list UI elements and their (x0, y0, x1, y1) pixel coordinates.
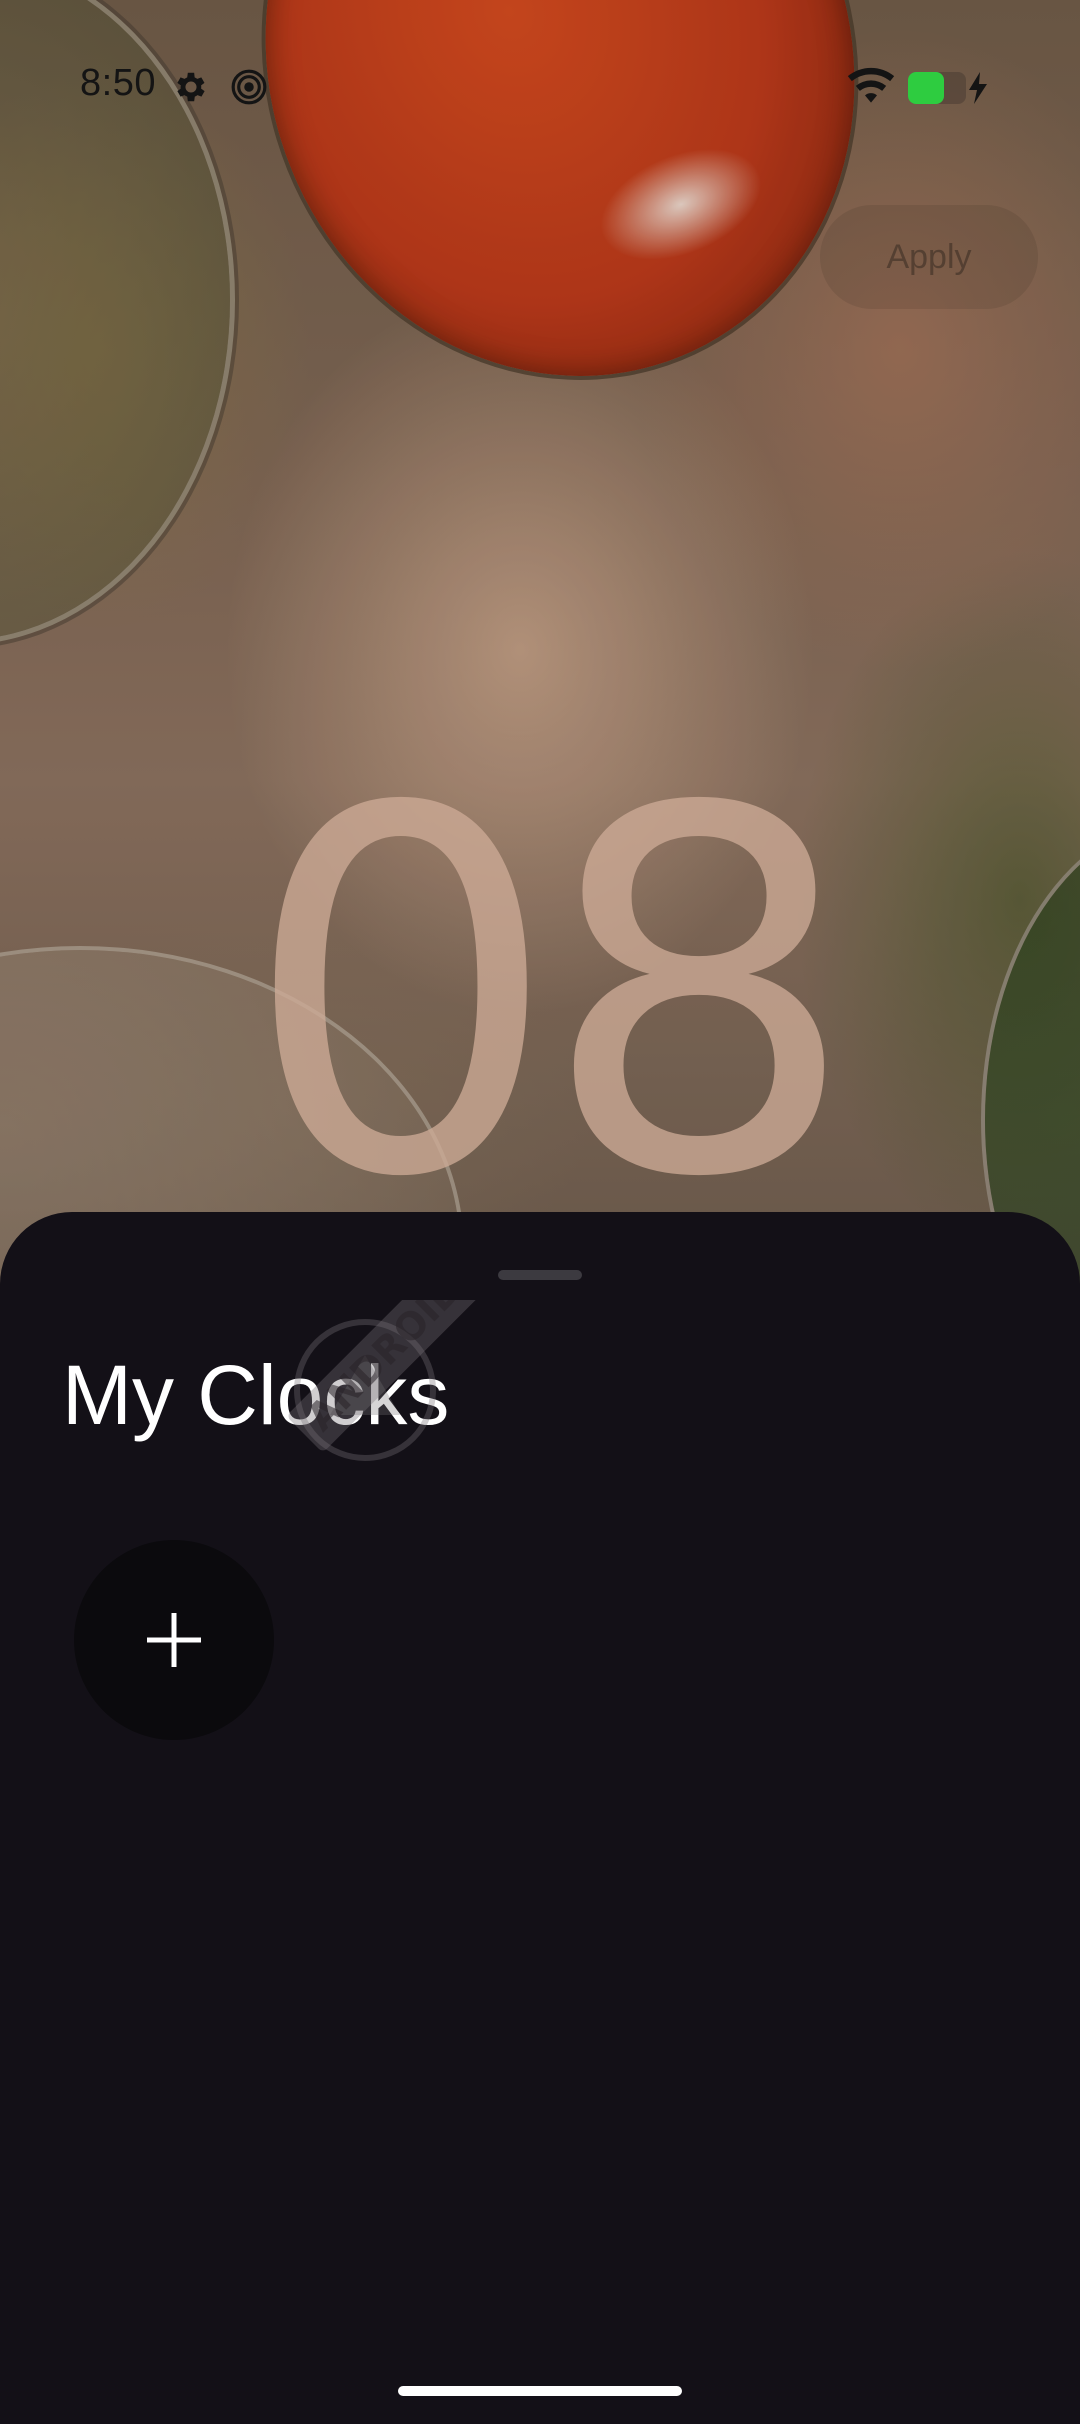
settings-icon (177, 72, 205, 102)
gesture-navigation-bar[interactable] (398, 2386, 682, 2396)
status-bar: 8:50 (0, 0, 1080, 175)
add-clock-button[interactable] (74, 1540, 274, 1740)
apply-button[interactable]: Apply (820, 205, 1038, 309)
bottom-sheet: My Clocks (0, 1212, 1080, 2424)
clock-preview-hour: 08 (241, 704, 858, 1286)
status-time: 8:50 (80, 62, 156, 104)
hotspot-icon (231, 69, 267, 105)
sheet-title: My Clocks (62, 1348, 450, 1442)
charging-icon (969, 72, 987, 104)
plus-icon (147, 1613, 201, 1667)
drag-handle[interactable] (498, 1270, 582, 1280)
screen: 8:50 Apply 08 My Clocks (0, 0, 1080, 2424)
wifi-icon (847, 67, 895, 103)
